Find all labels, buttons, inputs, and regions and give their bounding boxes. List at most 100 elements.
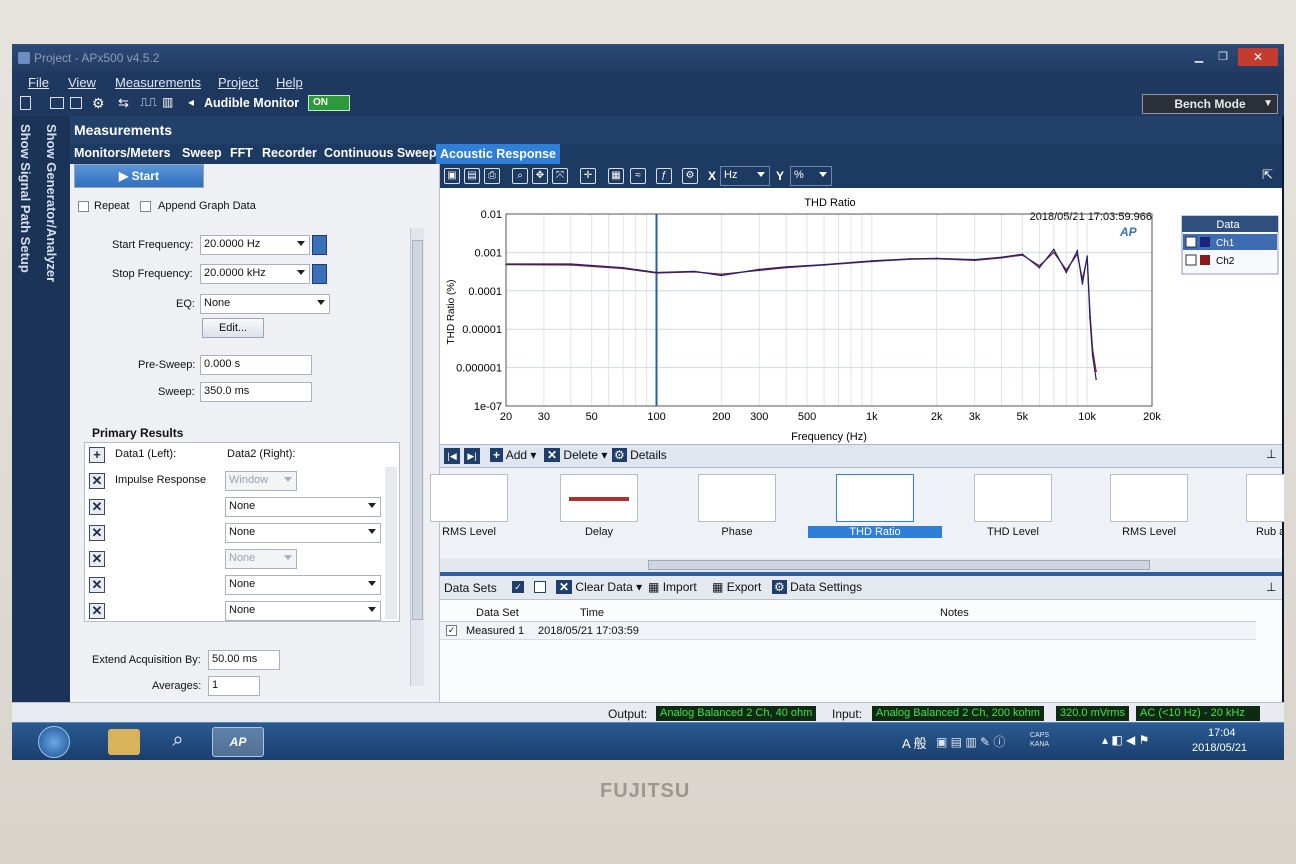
eq-select[interactable]: None bbox=[200, 294, 330, 314]
result-data2-select[interactable]: None bbox=[225, 549, 297, 569]
extend-acquisition-input[interactable]: 50.00 ms bbox=[208, 650, 280, 670]
maximize-button[interactable]: ❐ bbox=[1212, 50, 1234, 64]
result-data2-select[interactable]: None bbox=[225, 497, 381, 517]
first-page-icon[interactable]: |◀ bbox=[444, 448, 460, 464]
bench-mode-select[interactable]: Bench Mode ▼ bbox=[1142, 94, 1278, 114]
cursor-icon[interactable]: ✛ bbox=[580, 168, 596, 184]
thumbnail-thd-level[interactable] bbox=[974, 474, 1052, 522]
legend-ch1-checkbox[interactable] bbox=[1185, 236, 1197, 248]
volume-icon[interactable]: ▴ ◧ ◀ ⚑ bbox=[1102, 733, 1149, 747]
y-unit-select[interactable]: % bbox=[790, 166, 832, 186]
clear-data-button[interactable]: ✕ Clear Data ▾ bbox=[556, 580, 642, 594]
thumbnail-delay[interactable] bbox=[560, 474, 638, 522]
thumbnail-rub-and-bu[interactable] bbox=[1246, 474, 1284, 522]
averages-input[interactable]: 1 bbox=[208, 676, 260, 696]
show-generator-analyzer-tab[interactable]: Show Generator/Analyzer bbox=[44, 124, 59, 282]
magnifier-taskbar-icon[interactable]: ⌕ bbox=[162, 729, 194, 755]
output-status[interactable]: Analog Balanced 2 Ch, 40 ohm bbox=[656, 706, 817, 721]
pan-icon[interactable]: ✥ bbox=[532, 168, 548, 184]
import-button[interactable]: ▦ Import bbox=[648, 580, 697, 594]
remove-result-icon[interactable]: ✕ bbox=[89, 525, 105, 541]
explorer-taskbar-icon[interactable] bbox=[108, 729, 140, 755]
x-unit-select[interactable]: Hz bbox=[720, 166, 770, 186]
thumbnail-phase[interactable] bbox=[698, 474, 776, 522]
graph-type-icon[interactable]: ≈ bbox=[630, 168, 646, 184]
repeat-checkbox[interactable] bbox=[78, 201, 89, 212]
add-button[interactable]: + Add ▾ bbox=[490, 448, 536, 462]
print-icon[interactable]: ⎙ bbox=[484, 168, 500, 184]
apx-taskbar-icon[interactable]: AP bbox=[212, 727, 264, 757]
pulse-icon[interactable]: ⎍⎍ bbox=[140, 95, 157, 110]
thumbnail-thd-ratio[interactable] bbox=[836, 474, 914, 522]
menu-help[interactable]: Help bbox=[276, 75, 303, 90]
menu-project[interactable]: Project bbox=[218, 75, 258, 90]
zoom-icon[interactable]: ⌕ bbox=[512, 168, 528, 184]
thumbnail-rms-level[interactable] bbox=[1110, 474, 1188, 522]
result-data2-select[interactable]: None bbox=[225, 601, 381, 621]
remove-result-icon[interactable]: ✕ bbox=[89, 577, 105, 593]
tab-fft[interactable]: FFT bbox=[230, 146, 253, 160]
popout-icon[interactable]: ⇱ bbox=[1262, 167, 1273, 183]
settings-scrollbar-thumb[interactable] bbox=[412, 240, 423, 620]
thumbnails-scrollbar-thumb[interactable] bbox=[648, 560, 1150, 570]
check-all-icon[interactable]: ✓ bbox=[512, 581, 524, 593]
thd-ratio-chart[interactable]: THD Ratio 2018/05/21 17:03:59.966 Freque… bbox=[440, 188, 1282, 444]
menu-measurements[interactable]: Measurements bbox=[115, 75, 201, 90]
clock-time[interactable]: 17:04 bbox=[1208, 727, 1236, 739]
result-data2-select[interactable]: None bbox=[225, 523, 381, 543]
tab-continuous-sweep[interactable]: Continuous Sweep bbox=[324, 146, 437, 160]
save-icon[interactable] bbox=[70, 97, 82, 109]
clock-date[interactable]: 2018/05/21 bbox=[1192, 742, 1247, 754]
pin-icon[interactable]: ⊥ bbox=[1266, 447, 1276, 461]
add-all-icon[interactable]: + bbox=[89, 447, 105, 463]
pin-icon[interactable]: ⊥ bbox=[1266, 580, 1276, 594]
remove-result-icon[interactable]: ✕ bbox=[89, 499, 105, 515]
table-view-icon[interactable]: ▦ bbox=[608, 168, 624, 184]
audible-monitor-toggle[interactable]: ON bbox=[308, 95, 350, 111]
settings-scrollbar[interactable] bbox=[410, 228, 424, 686]
start-frequency-input[interactable]: 20.0000 Hz bbox=[200, 235, 310, 255]
eq-edit-button[interactable]: Edit... bbox=[202, 318, 264, 338]
gear-icon[interactable]: ⚙ bbox=[92, 95, 105, 112]
results-scrollbar[interactable] bbox=[385, 467, 397, 619]
stop-frequency-spinner[interactable] bbox=[312, 264, 327, 284]
zoom-fit-icon[interactable]: ⤧ bbox=[552, 168, 568, 184]
show-signal-path-tab[interactable]: Show Signal Path Setup bbox=[18, 124, 33, 273]
level-status[interactable]: 320.0 mVrms bbox=[1056, 706, 1130, 721]
thumbnails-scrollbar[interactable] bbox=[440, 558, 1282, 572]
append-graph-checkbox[interactable] bbox=[140, 201, 151, 212]
export-button[interactable]: ▦ Export bbox=[712, 580, 761, 594]
ime-indicator[interactable]: A 般 bbox=[902, 733, 927, 752]
menu-file[interactable]: File bbox=[28, 75, 49, 90]
sweep-input[interactable]: 350.0 ms bbox=[200, 382, 312, 402]
start-frequency-spinner[interactable] bbox=[312, 235, 327, 255]
legend-ch2-checkbox[interactable] bbox=[1185, 254, 1197, 266]
menu-view[interactable]: View bbox=[68, 75, 96, 90]
copy-graph-icon[interactable]: ▣ bbox=[444, 168, 460, 184]
sync-icon[interactable]: ⇆ bbox=[118, 95, 129, 111]
start-orb-icon[interactable] bbox=[38, 726, 70, 758]
tab-sweep[interactable]: Sweep bbox=[182, 146, 222, 160]
thumbnail-rms-level[interactable] bbox=[430, 474, 508, 522]
bandwidth-status[interactable]: AC (<10 Hz) - 20 kHz bbox=[1136, 706, 1260, 721]
new-file-icon[interactable] bbox=[20, 96, 31, 110]
graph-settings-icon[interactable]: ⚙ bbox=[682, 168, 698, 184]
close-button[interactable]: ✕ bbox=[1238, 48, 1278, 66]
remove-result-icon[interactable]: ✕ bbox=[89, 603, 105, 619]
details-button[interactable]: ⚙ Details bbox=[612, 448, 667, 462]
data-set-checkbox[interactable]: ✓ bbox=[446, 625, 457, 636]
tab-monitors-meters[interactable]: Monitors/Meters bbox=[74, 146, 171, 160]
minimize-button[interactable]: ▁ bbox=[1188, 50, 1210, 64]
uncheck-all-icon[interactable] bbox=[534, 581, 546, 593]
copy-data-icon[interactable]: ▤ bbox=[464, 168, 480, 184]
open-file-icon[interactable] bbox=[50, 97, 64, 109]
function-icon[interactable]: ƒ bbox=[656, 168, 672, 184]
data-settings-button[interactable]: ⚙ Data Settings bbox=[772, 580, 862, 594]
tray-icons[interactable]: ▣ ▤ ▥ ✎ ⓘ bbox=[936, 733, 1005, 750]
speaker-icon[interactable]: ◂ bbox=[188, 95, 194, 109]
data-set-row[interactable]: ✓ Measured 1 2018/05/21 17:03:59 bbox=[440, 622, 1256, 640]
bars-icon[interactable]: ▥ bbox=[162, 95, 173, 109]
delete-button[interactable]: ✕ Delete ▾ bbox=[544, 448, 607, 462]
remove-result-icon[interactable]: ✕ bbox=[89, 551, 105, 567]
remove-result-icon[interactable]: ✕ bbox=[89, 473, 105, 489]
